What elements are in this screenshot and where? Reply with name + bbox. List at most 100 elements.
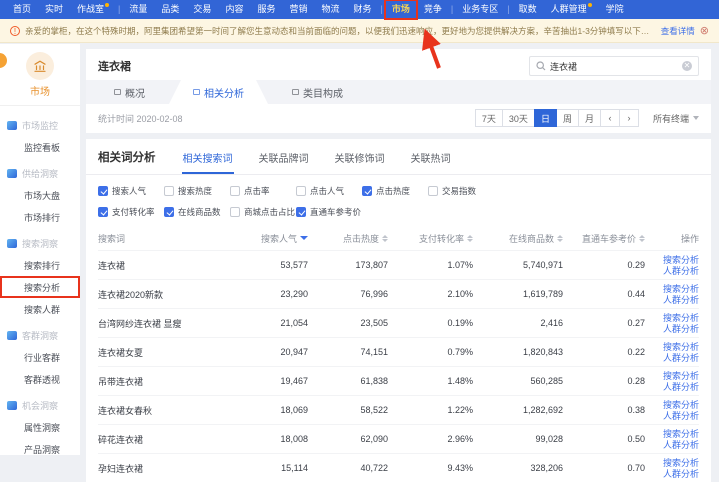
table-column-header[interactable]: 在线商品数 bbox=[473, 232, 563, 245]
ztc-price-cell: 0.50 bbox=[563, 434, 645, 444]
notice-detail-link[interactable]: 查看详情 bbox=[661, 25, 695, 37]
metric-label: 在线商品数 bbox=[178, 206, 221, 218]
date-range-button[interactable]: 周 bbox=[556, 109, 579, 127]
metric-checkbox-item[interactable]: 点击率 bbox=[230, 185, 296, 197]
topnav-item[interactable]: 竞争 bbox=[417, 0, 449, 19]
sidebar-item[interactable]: 搜索洞察 bbox=[0, 232, 80, 254]
checkbox-icon[interactable] bbox=[296, 207, 306, 217]
sidebar-logo: 市场 bbox=[0, 44, 80, 106]
topnav-item[interactable]: 实时 bbox=[38, 0, 70, 19]
terminal-dropdown[interactable]: 所有终端 bbox=[653, 112, 699, 125]
sidebar-item[interactable]: 客群透视 bbox=[0, 368, 80, 390]
search-analysis-link[interactable]: 搜索分析 bbox=[663, 400, 699, 410]
topnav-item[interactable]: 作战室 bbox=[70, 0, 116, 19]
topnav-item[interactable]: 市场 bbox=[385, 0, 417, 19]
sidebar-item[interactable]: 属性洞察 bbox=[0, 416, 80, 438]
date-range-button[interactable]: › bbox=[619, 109, 639, 127]
sidebar-item[interactable]: 搜索排行 bbox=[0, 254, 80, 276]
topnav-item[interactable]: 内容 bbox=[218, 0, 250, 19]
sidebar-item[interactable]: 市场监控 bbox=[0, 114, 80, 136]
metric-checkbox-item[interactable]: 交易指数 bbox=[428, 185, 494, 197]
word-type-tab[interactable]: 关联热词 bbox=[410, 150, 452, 174]
topnav-item[interactable]: 财务 bbox=[347, 0, 379, 19]
metric-checkbox-item[interactable]: 商城点击占比 bbox=[230, 206, 296, 218]
checkbox-icon[interactable] bbox=[98, 207, 108, 217]
table-column-header[interactable]: 点击热度 bbox=[308, 232, 388, 245]
chevron-down-icon bbox=[693, 116, 699, 123]
topnav-item[interactable]: 人群管理 bbox=[544, 0, 599, 19]
search-analysis-link[interactable]: 搜索分析 bbox=[663, 284, 699, 294]
topnav-item[interactable]: 物流 bbox=[314, 0, 346, 19]
word-type-tab[interactable]: 相关搜索词 bbox=[182, 150, 234, 174]
actions-cell: 搜索分析 人群分析 bbox=[645, 400, 699, 421]
date-range-button[interactable]: 月 bbox=[578, 109, 601, 127]
crowd-analysis-link[interactable]: 人群分析 bbox=[663, 324, 699, 334]
word-type-tab[interactable]: 关联修饰词 bbox=[334, 150, 386, 174]
table-column-header[interactable]: 直通车参考价 bbox=[563, 232, 645, 245]
metric-checkbox-item[interactable]: 搜索热度 bbox=[164, 185, 230, 197]
sidebar-item[interactable]: 监控看板 bbox=[0, 136, 80, 158]
close-icon[interactable]: ⊗ bbox=[700, 24, 709, 37]
sidebar-item[interactable]: 市场大盘 bbox=[0, 184, 80, 206]
date-range-button[interactable]: 7天 bbox=[475, 109, 503, 127]
main-tab[interactable]: 类目构成 bbox=[268, 80, 367, 104]
topnav-item[interactable]: 业务专区 bbox=[455, 0, 505, 19]
search-analysis-link[interactable]: 搜索分析 bbox=[663, 371, 699, 381]
topnav-item[interactable]: 流量 bbox=[122, 0, 154, 19]
topnav-item[interactable]: 首页 bbox=[6, 0, 38, 19]
sidebar-item[interactable]: 机会洞察 bbox=[0, 394, 80, 416]
crowd-analysis-link[interactable]: 人群分析 bbox=[663, 440, 699, 450]
search-analysis-link[interactable]: 搜索分析 bbox=[663, 313, 699, 323]
table-column-header[interactable]: 搜索词 bbox=[98, 232, 228, 245]
table-column-header[interactable]: 搜索人气 bbox=[228, 232, 308, 245]
metric-checkbox-item[interactable]: 搜索人气 bbox=[98, 185, 164, 197]
crowd-analysis-link[interactable]: 人群分析 bbox=[663, 411, 699, 421]
date-range-button[interactable]: 日 bbox=[534, 109, 557, 127]
search-input[interactable] bbox=[550, 61, 678, 71]
metric-checkbox-item[interactable]: 点击热度 bbox=[362, 185, 428, 197]
topnav-item[interactable]: 学院 bbox=[599, 0, 631, 19]
checkbox-icon[interactable] bbox=[230, 186, 240, 196]
keyword-searchbox[interactable]: ✕ bbox=[529, 56, 699, 76]
search-analysis-link[interactable]: 搜索分析 bbox=[663, 255, 699, 265]
metric-checkbox-item[interactable]: 点击人气 bbox=[296, 185, 362, 197]
sidebar-item[interactable]: 产品洞察 bbox=[0, 438, 80, 460]
topnav-item[interactable]: 交易 bbox=[186, 0, 218, 19]
topnav-item[interactable]: 服务 bbox=[250, 0, 282, 19]
checkbox-icon[interactable] bbox=[164, 186, 174, 196]
crowd-analysis-link[interactable]: 人群分析 bbox=[663, 353, 699, 363]
date-range-button[interactable]: ‹ bbox=[600, 109, 620, 127]
metric-checkbox-item[interactable]: 直通车参考价 bbox=[296, 206, 362, 218]
checkbox-icon[interactable] bbox=[296, 186, 306, 196]
topnav-item[interactable]: 品类 bbox=[154, 0, 186, 19]
search-analysis-link[interactable]: 搜索分析 bbox=[663, 342, 699, 352]
sidebar-item[interactable]: 搜索人群 bbox=[0, 298, 80, 320]
checkbox-icon[interactable] bbox=[362, 186, 372, 196]
sidebar-item[interactable]: 市场排行 bbox=[0, 206, 80, 228]
crowd-analysis-link[interactable]: 人群分析 bbox=[663, 266, 699, 276]
checkbox-icon[interactable] bbox=[98, 186, 108, 196]
sidebar-item[interactable]: 行业客群 bbox=[0, 346, 80, 368]
checkbox-icon[interactable] bbox=[428, 186, 438, 196]
crowd-analysis-link[interactable]: 人群分析 bbox=[663, 295, 699, 305]
checkbox-icon[interactable] bbox=[230, 207, 240, 217]
sidebar-item[interactable]: 搜索分析 bbox=[0, 276, 80, 298]
topnav-item[interactable]: 营销 bbox=[282, 0, 314, 19]
sidebar-item[interactable]: 客群洞察 bbox=[0, 324, 80, 346]
table-column-header[interactable]: 操作 bbox=[645, 232, 699, 245]
clear-icon[interactable]: ✕ bbox=[682, 61, 692, 71]
date-range-button[interactable]: 30天 bbox=[502, 109, 535, 127]
crowd-analysis-link[interactable]: 人群分析 bbox=[663, 382, 699, 392]
word-type-tab[interactable]: 关联品牌词 bbox=[258, 150, 310, 174]
search-analysis-link[interactable]: 搜索分析 bbox=[663, 429, 699, 439]
main-tab[interactable]: 概况 bbox=[90, 80, 169, 104]
checkbox-icon[interactable] bbox=[164, 207, 174, 217]
table-column-header[interactable]: 支付转化率 bbox=[388, 232, 473, 245]
crowd-analysis-link[interactable]: 人群分析 bbox=[663, 469, 699, 479]
main-tab[interactable]: 相关分析 bbox=[169, 80, 268, 104]
metric-checkbox-item[interactable]: 支付转化率 bbox=[98, 206, 164, 218]
topnav-item[interactable]: 取数 bbox=[512, 0, 544, 19]
search-analysis-link[interactable]: 搜索分析 bbox=[663, 458, 699, 468]
metric-checkbox-item[interactable]: 在线商品数 bbox=[164, 206, 230, 218]
sidebar-item[interactable]: 供给洞察 bbox=[0, 162, 80, 184]
